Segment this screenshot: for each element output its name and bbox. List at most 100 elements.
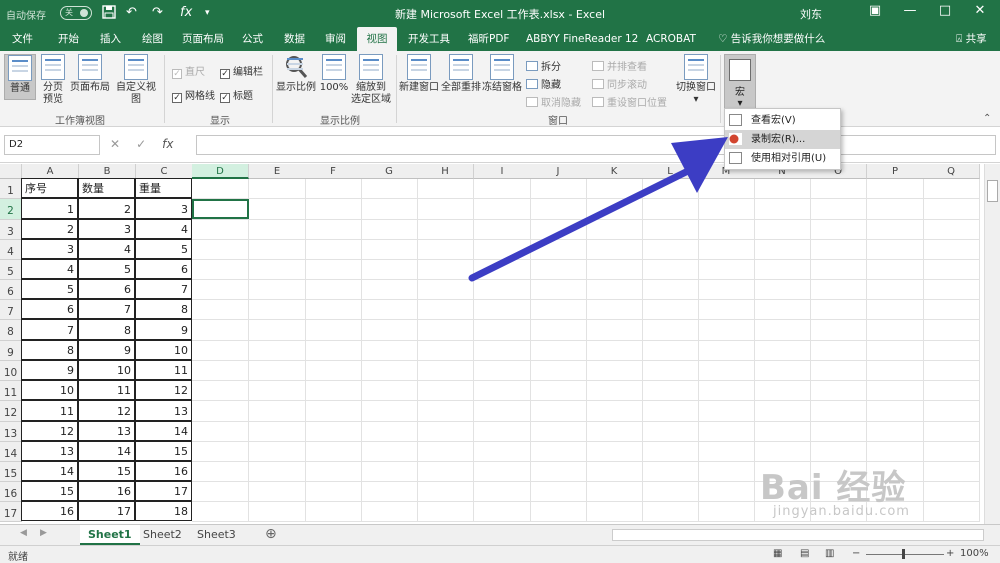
grid-cell[interactable] xyxy=(530,260,587,280)
new-window-button[interactable]: 新建窗口 xyxy=(398,54,440,94)
hide-button[interactable]: 隐藏 xyxy=(526,76,561,91)
grid-cell[interactable] xyxy=(249,179,306,199)
grid-cell[interactable] xyxy=(305,220,362,240)
formula-input[interactable] xyxy=(196,135,996,155)
grid-cell[interactable] xyxy=(305,341,362,361)
grid-cell[interactable] xyxy=(192,401,249,422)
grid-cell[interactable] xyxy=(417,220,474,240)
table-data-cell[interactable]: 6 xyxy=(21,299,78,319)
grid-cell[interactable] xyxy=(698,401,755,422)
row-header[interactable]: 1 xyxy=(0,179,22,199)
grid-cell[interactable] xyxy=(642,300,699,320)
row-header[interactable]: 13 xyxy=(0,422,22,442)
grid-cell[interactable] xyxy=(530,240,587,260)
grid-cell[interactable] xyxy=(698,320,755,341)
table-data-cell[interactable]: 10 xyxy=(135,340,192,360)
grid-cell[interactable] xyxy=(923,280,980,300)
column-header[interactable]: D xyxy=(192,164,249,179)
grid-cell[interactable] xyxy=(361,502,418,522)
grid-cell[interactable] xyxy=(810,220,867,240)
grid-cell[interactable] xyxy=(192,482,249,502)
grid-cell[interactable] xyxy=(754,300,811,320)
grid-cell[interactable] xyxy=(249,199,306,220)
page-layout-status-icon[interactable]: ▤ xyxy=(800,548,809,559)
table-data-cell[interactable]: 8 xyxy=(135,299,192,319)
grid-cell[interactable] xyxy=(586,422,643,442)
table-data-cell[interactable]: 11 xyxy=(78,380,135,400)
scroll-thumb[interactable] xyxy=(987,180,998,202)
tab-view[interactable]: 视图 xyxy=(357,27,397,51)
grid-cell[interactable] xyxy=(754,320,811,341)
grid-cell[interactable] xyxy=(417,300,474,320)
grid-cell[interactable] xyxy=(417,482,474,502)
grid-cell[interactable] xyxy=(530,462,587,482)
grid-cell[interactable] xyxy=(867,199,924,220)
row-header[interactable]: 8 xyxy=(0,320,22,341)
row-header[interactable]: 15 xyxy=(0,462,22,482)
table-data-cell[interactable]: 13 xyxy=(78,421,135,441)
zoom-slider[interactable] xyxy=(866,554,944,555)
grid-cell[interactable] xyxy=(530,179,587,199)
zoom-to-selection-button[interactable]: 缩放到 选定区域 xyxy=(350,54,392,106)
grid-cell[interactable] xyxy=(474,361,531,381)
grid-cell[interactable] xyxy=(249,381,306,401)
grid-cell[interactable] xyxy=(305,401,362,422)
grid-cell[interactable] xyxy=(642,462,699,482)
grid-cell[interactable] xyxy=(474,422,531,442)
grid-cell[interactable] xyxy=(417,401,474,422)
grid-cell[interactable] xyxy=(586,442,643,462)
grid-cell[interactable] xyxy=(923,320,980,341)
grid-cell[interactable] xyxy=(305,482,362,502)
grid-cell[interactable] xyxy=(810,199,867,220)
grid-cell[interactable] xyxy=(361,462,418,482)
view-macros-item[interactable]: 查看宏(V) xyxy=(725,111,840,130)
grid-cell[interactable] xyxy=(586,341,643,361)
table-header-cell[interactable]: 重量 xyxy=(135,178,192,198)
grid-cell[interactable] xyxy=(530,401,587,422)
grid-cell[interactable] xyxy=(754,361,811,381)
grid-cell[interactable] xyxy=(923,361,980,381)
grid-cell[interactable] xyxy=(642,341,699,361)
grid-cell[interactable] xyxy=(361,442,418,462)
table-data-cell[interactable]: 15 xyxy=(78,461,135,481)
grid-cell[interactable] xyxy=(810,320,867,341)
switch-windows-button[interactable]: 切换窗口 ▾ xyxy=(674,54,718,106)
vertical-scrollbar[interactable] xyxy=(984,164,1000,524)
grid-cell[interactable] xyxy=(698,502,755,522)
grid-cell[interactable] xyxy=(417,199,474,220)
table-data-cell[interactable]: 5 xyxy=(135,239,192,259)
ruler-checkbox[interactable]: ✓ 直尺 xyxy=(172,63,205,79)
page-break-preview-button[interactable]: 分页 预览 xyxy=(38,54,68,106)
grid-cell[interactable] xyxy=(586,401,643,422)
tab-developer[interactable]: 开发工具 xyxy=(402,27,456,51)
row-header[interactable]: 16 xyxy=(0,482,22,502)
grid-cell[interactable] xyxy=(586,320,643,341)
enter-icon[interactable]: ✓ xyxy=(136,137,162,151)
column-header[interactable]: Q xyxy=(923,164,980,179)
grid-cell[interactable] xyxy=(754,240,811,260)
grid-cell[interactable] xyxy=(586,179,643,199)
grid-cell[interactable] xyxy=(305,442,362,462)
table-data-cell[interactable]: 7 xyxy=(135,279,192,299)
grid-cell[interactable] xyxy=(698,482,755,502)
grid-cell[interactable] xyxy=(698,442,755,462)
row-header[interactable]: 5 xyxy=(0,260,22,280)
sheet-tab-3[interactable]: Sheet3 xyxy=(189,525,244,545)
grid-cell[interactable] xyxy=(923,502,980,522)
grid-cell[interactable] xyxy=(249,220,306,240)
grid-cell[interactable] xyxy=(249,422,306,442)
reset-position-button[interactable]: 重设窗口位置 xyxy=(592,94,667,109)
grid-cell[interactable] xyxy=(698,341,755,361)
tab-home[interactable]: 开始 xyxy=(52,27,85,51)
name-box[interactable]: D2 xyxy=(4,135,100,155)
tab-insert[interactable]: 插入 xyxy=(94,27,127,51)
grid-cell[interactable] xyxy=(361,240,418,260)
grid-cell[interactable] xyxy=(192,320,249,341)
grid-cell[interactable] xyxy=(754,280,811,300)
table-data-cell[interactable]: 9 xyxy=(21,360,78,380)
table-header-cell[interactable]: 序号 xyxy=(21,178,78,198)
grid-cell[interactable] xyxy=(642,442,699,462)
grid-cell[interactable] xyxy=(642,179,699,199)
grid-cell[interactable] xyxy=(923,240,980,260)
grid-cell[interactable] xyxy=(698,199,755,220)
